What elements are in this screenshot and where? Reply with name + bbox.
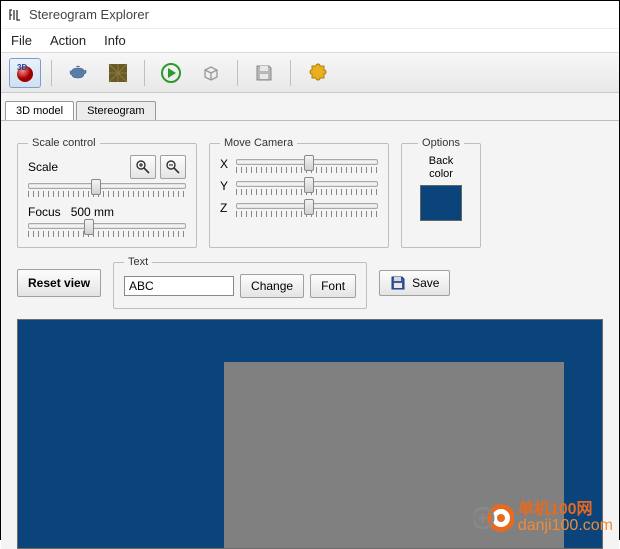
save-label: Save (412, 276, 439, 290)
svg-text:3D: 3D (17, 63, 27, 72)
axis-y-label: Y (220, 179, 230, 193)
move-camera-group: Move Camera X Y Z (209, 137, 389, 248)
toolbar-separator (51, 60, 52, 86)
scale-slider[interactable] (28, 183, 186, 189)
options-group: Options Backcolor (401, 137, 481, 248)
tab-3d-model[interactable]: 3D model (5, 101, 74, 120)
scale-ticks (28, 191, 186, 197)
floppy-icon (390, 275, 406, 291)
watermark-title: 单机100网 (518, 502, 613, 518)
menu-action[interactable]: Action (50, 33, 86, 48)
text-legend: Text (124, 256, 152, 268)
reset-view-button[interactable]: Reset view (17, 269, 101, 297)
tool-play[interactable] (155, 58, 187, 88)
workspace: Scale control Scale Focus 500 mm (1, 121, 619, 549)
back-color-swatch[interactable] (420, 185, 462, 221)
toolbar-separator (237, 60, 238, 86)
watermark-url: danji100.com (518, 518, 613, 534)
menu-file[interactable]: File (11, 33, 32, 48)
toolbar: 3D (1, 53, 619, 93)
zoom-in-icon (135, 159, 151, 175)
zoom-in-button[interactable] (130, 155, 156, 179)
teapot-icon (66, 61, 90, 85)
tool-cube[interactable] (195, 58, 227, 88)
save-button[interactable]: Save (379, 270, 450, 296)
scale-legend: Scale control (28, 137, 100, 149)
focus-label: Focus (28, 205, 61, 219)
scale-label: Scale (28, 160, 58, 174)
focus-slider[interactable] (28, 223, 186, 229)
axis-x-label: X (220, 157, 230, 171)
back-color-label: Backcolor (412, 155, 470, 181)
gamepad-icon (474, 501, 514, 535)
camera-z-slider[interactable] (236, 203, 378, 209)
zoom-out-icon (165, 159, 181, 175)
tool-teapot[interactable] (62, 58, 94, 88)
tab-stereogram[interactable]: Stereogram (76, 101, 155, 120)
watermark: 单机100网 danji100.com (474, 501, 613, 535)
axis-z-label: Z (220, 201, 230, 215)
sphere-3d-icon: 3D (13, 61, 37, 85)
app-icon (7, 7, 23, 23)
tool-texture[interactable] (102, 58, 134, 88)
zoom-out-button[interactable] (160, 155, 186, 179)
focus-value: 500 mm (71, 205, 114, 219)
puzzle-icon (306, 62, 328, 84)
menu-info[interactable]: Info (104, 33, 126, 48)
move-legend: Move Camera (220, 137, 297, 149)
camera-x-slider[interactable] (236, 159, 378, 165)
toolbar-separator (290, 60, 291, 86)
texture-icon (107, 62, 129, 84)
text-group: Text Change Font (113, 256, 367, 309)
camera-y-slider[interactable] (236, 181, 378, 187)
focus-ticks (28, 231, 186, 237)
tool-3d-sphere[interactable]: 3D (9, 58, 41, 88)
font-button[interactable]: Font (310, 274, 356, 298)
options-legend: Options (418, 137, 464, 149)
cube-icon (200, 62, 222, 84)
floppy-icon (254, 63, 274, 83)
play-icon (160, 62, 182, 84)
toolbar-separator (144, 60, 145, 86)
title-bar: Stereogram Explorer (1, 1, 619, 29)
tool-save[interactable] (248, 58, 280, 88)
text-input[interactable] (124, 276, 234, 296)
scale-control-group: Scale control Scale Focus 500 mm (17, 137, 197, 248)
change-button[interactable]: Change (240, 274, 304, 298)
tab-bar: 3D model Stereogram (1, 93, 619, 121)
tool-plugin[interactable] (301, 58, 333, 88)
window-title: Stereogram Explorer (29, 7, 149, 22)
menu-bar: File Action Info (1, 29, 619, 53)
